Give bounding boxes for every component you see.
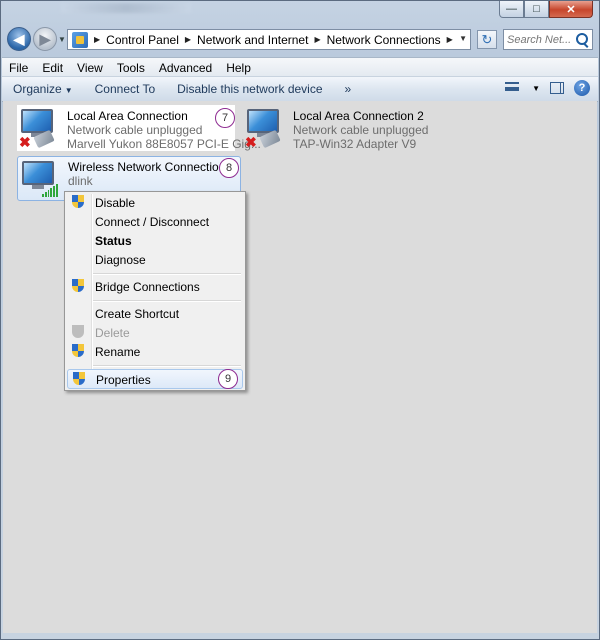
chevron-right-icon[interactable]: ▶: [185, 35, 191, 44]
toolbar-right: ▼ ?: [505, 80, 590, 96]
step-badge: 9: [218, 369, 238, 389]
ctx-label: Connect / Disconnect: [95, 215, 210, 229]
organize-button[interactable]: Organize ▼: [2, 82, 84, 96]
explorer-window: — □ ✕ ◀ ▶ ▼ ▶ Control Panel ▶ Network an…: [0, 0, 600, 640]
breadcrumb-network-connections[interactable]: Network Connections: [327, 33, 441, 47]
address-dropdown-icon[interactable]: ▼: [459, 34, 467, 43]
ctx-label: Create Shortcut: [95, 307, 180, 321]
connection-name: Wireless Network Connection: [68, 160, 226, 174]
close-button[interactable]: ✕: [549, 1, 593, 18]
back-arrow-icon: ◀: [13, 30, 25, 47]
status-bar: [2, 633, 598, 639]
help-icon[interactable]: ?: [574, 80, 590, 96]
ctx-connect-disconnect[interactable]: Connect / Disconnect: [67, 212, 243, 231]
preview-pane-icon[interactable]: [550, 82, 564, 94]
address-bar[interactable]: ▶ Control Panel ▶ Network and Internet ▶…: [67, 29, 471, 50]
forward-button[interactable]: ▶: [33, 27, 57, 51]
menu-bar: File Edit View Tools Advanced Help: [2, 57, 598, 77]
signal-bar: [50, 188, 53, 197]
recent-pages-dropdown[interactable]: ▼: [58, 35, 66, 44]
wireless-signal-icon: [42, 183, 58, 197]
caption-buttons: — □ ✕: [499, 1, 593, 18]
ctx-label: Delete: [95, 326, 130, 340]
uac-shield-icon: [72, 325, 84, 339]
control-panel-icon: [72, 31, 88, 48]
menu-help[interactable]: Help: [219, 61, 258, 75]
ctx-label: Status: [95, 234, 132, 248]
connection-status: Network cable unplugged: [67, 123, 203, 137]
breadcrumb-control-panel[interactable]: Control Panel: [106, 33, 179, 47]
connection-name: Local Area Connection 2: [293, 109, 424, 123]
ctx-diagnose[interactable]: Diagnose: [67, 250, 243, 269]
connection-name: Local Area Connection: [67, 109, 188, 123]
signal-bar: [42, 194, 44, 197]
ctx-label: Properties: [96, 373, 151, 387]
connection-local-area-2[interactable]: ✖ Local Area Connection 2 Network cable …: [243, 105, 443, 151]
ctx-properties[interactable]: Properties 9: [67, 369, 243, 389]
maximize-button[interactable]: □: [524, 1, 549, 18]
title-bar: — □ ✕: [1, 1, 599, 19]
search-input[interactable]: [507, 31, 571, 48]
ctx-label: Disable: [95, 196, 136, 210]
organize-label: Organize: [13, 82, 62, 96]
ctx-disable[interactable]: Disable: [67, 193, 243, 212]
menu-view[interactable]: View: [70, 61, 110, 75]
title-blurred: [61, 3, 191, 13]
uac-shield-icon: [72, 195, 84, 209]
connection-status: dlink: [68, 174, 93, 188]
chevron-right-icon[interactable]: ▶: [314, 35, 320, 44]
menu-separator: [93, 300, 241, 302]
menu-separator: [93, 273, 241, 275]
connection-device: TAP-Win32 Adapter V9: [293, 137, 417, 151]
menu-edit[interactable]: Edit: [35, 61, 70, 75]
connection-status: Network cable unplugged: [293, 123, 429, 137]
network-adapter-icon: [22, 161, 54, 185]
command-bar: Organize ▼ Connect To Disable this networ…: [2, 76, 598, 102]
minimize-button[interactable]: —: [499, 1, 524, 18]
address-row: ◀ ▶ ▼ ▶ Control Panel ▶ Network and Inte…: [1, 24, 599, 56]
disable-device-button[interactable]: Disable this network device: [166, 82, 333, 96]
signal-bar: [44, 192, 47, 197]
uac-shield-icon: [73, 372, 85, 386]
signal-bar: [53, 186, 56, 197]
chevron-right-icon[interactable]: ▶: [447, 35, 453, 44]
menu-advanced[interactable]: Advanced: [152, 61, 219, 75]
disconnected-x-icon: ✖: [19, 134, 31, 150]
chevron-right-icon[interactable]: ▶: [94, 35, 100, 44]
uac-shield-icon: [72, 344, 84, 358]
ctx-status[interactable]: Status: [67, 231, 243, 250]
view-dropdown-icon[interactable]: ▼: [532, 84, 540, 93]
ctx-bridge-connections[interactable]: Bridge Connections: [67, 277, 243, 296]
context-menu: Disable Connect / Disconnect Status Diag…: [64, 191, 246, 391]
connection-local-area[interactable]: ✖ Local Area Connection Network cable un…: [17, 105, 261, 151]
ctx-label: Diagnose: [95, 253, 146, 267]
forward-arrow-icon: ▶: [39, 30, 51, 47]
refresh-icon: ↻: [481, 31, 493, 47]
menu-separator: [93, 365, 241, 367]
ctx-delete: Delete: [67, 323, 243, 342]
connect-to-button[interactable]: Connect To: [84, 82, 167, 96]
chevron-down-icon: ▼: [64, 86, 73, 95]
menu-file[interactable]: File: [2, 61, 35, 75]
back-button[interactable]: ◀: [7, 27, 31, 51]
connection-device: Marvell Yukon 88E8057 PCI-E Gig...: [67, 137, 261, 151]
step-badge: 7: [215, 108, 235, 128]
change-view-icon[interactable]: [505, 82, 520, 94]
ctx-label: Bridge Connections: [95, 280, 200, 294]
ctx-rename[interactable]: Rename: [67, 342, 243, 361]
ctx-create-shortcut[interactable]: Create Shortcut: [67, 304, 243, 323]
step-badge: 8: [219, 158, 239, 178]
refresh-button[interactable]: ↻: [477, 30, 497, 49]
signal-bar: [56, 184, 58, 197]
uac-shield-icon: [72, 279, 84, 293]
menu-tools[interactable]: Tools: [110, 61, 152, 75]
search-icon[interactable]: [576, 33, 588, 45]
signal-bar: [47, 190, 50, 197]
search-box[interactable]: [503, 29, 593, 50]
disconnected-x-icon: ✖: [245, 134, 257, 150]
ctx-label: Rename: [95, 345, 141, 359]
breadcrumb-network-and-internet[interactable]: Network and Internet: [197, 33, 308, 47]
more-commands-button[interactable]: »: [334, 82, 363, 96]
